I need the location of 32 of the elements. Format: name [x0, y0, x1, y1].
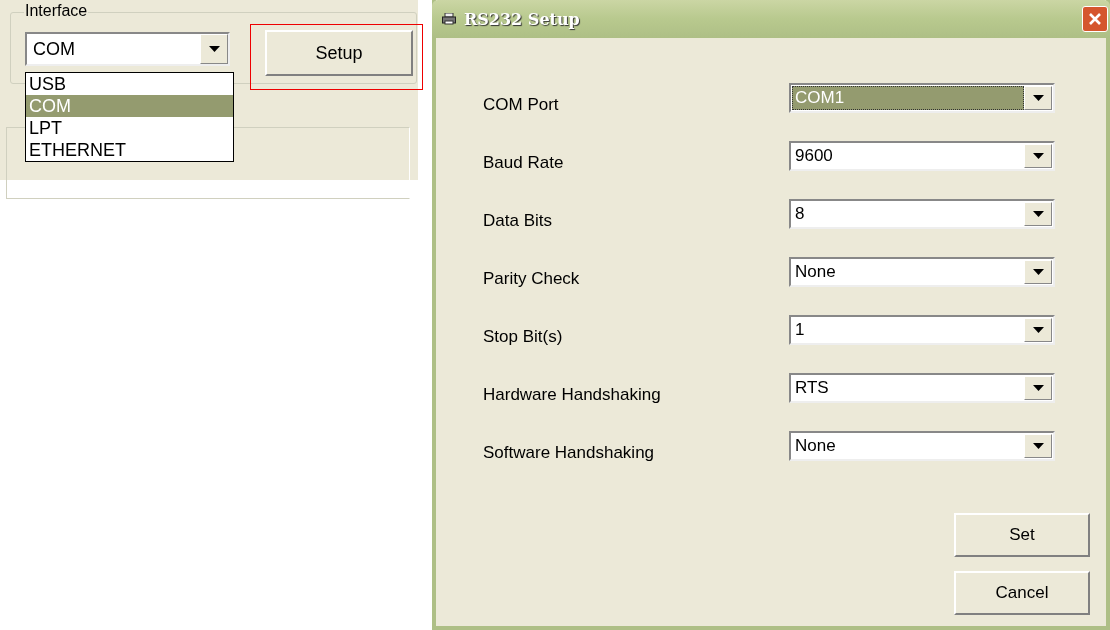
setting-dropdown[interactable]: RTS — [789, 373, 1055, 403]
field-label: Data Bits — [483, 210, 553, 231]
dropdown-option[interactable]: ETHERNET — [26, 139, 233, 161]
setting-dropdown[interactable]: None — [789, 431, 1055, 461]
dropdown-option[interactable]: USB — [26, 73, 233, 95]
printer-icon — [442, 13, 456, 25]
field-label: Parity Check — [483, 268, 581, 289]
dropdown-arrow-icon — [1032, 211, 1044, 217]
dropdown-arrow-icon — [1032, 385, 1044, 391]
dropdown-arrow-icon — [1032, 95, 1044, 101]
setting-dropdown[interactable]: 1 — [789, 315, 1055, 345]
close-icon — [1088, 12, 1102, 26]
dropdown-arrow-icon — [1032, 443, 1044, 449]
window-title: RS232 Setup — [464, 9, 581, 29]
dropdown-arrow-icon — [1032, 327, 1044, 333]
setting-dropdown[interactable]: 8 — [789, 199, 1055, 229]
setting-dropdown[interactable]: 9600 — [789, 141, 1055, 171]
dropdown-arrow-icon — [208, 46, 220, 52]
field-label: COM Port — [483, 94, 560, 115]
dropdown-arrow-icon — [1032, 153, 1044, 159]
setting-dropdown[interactable]: None — [789, 257, 1055, 287]
field-label: Hardware Handshaking — [483, 384, 662, 405]
dialog-button[interactable]: Cancel — [954, 571, 1090, 615]
field-label: Baud Rate — [483, 152, 565, 173]
interface-dropdown[interactable]: COM — [25, 32, 230, 66]
field-label: Software Handshaking — [483, 442, 656, 463]
dialog-button[interactable]: Set — [954, 513, 1090, 557]
close-button[interactable] — [1082, 6, 1108, 32]
dropdown-arrow-icon — [1032, 269, 1044, 275]
dropdown-option[interactable]: LPT — [26, 117, 233, 139]
field-label: Stop Bit(s) — [483, 326, 564, 347]
setup-button[interactable]: Setup — [265, 30, 413, 76]
